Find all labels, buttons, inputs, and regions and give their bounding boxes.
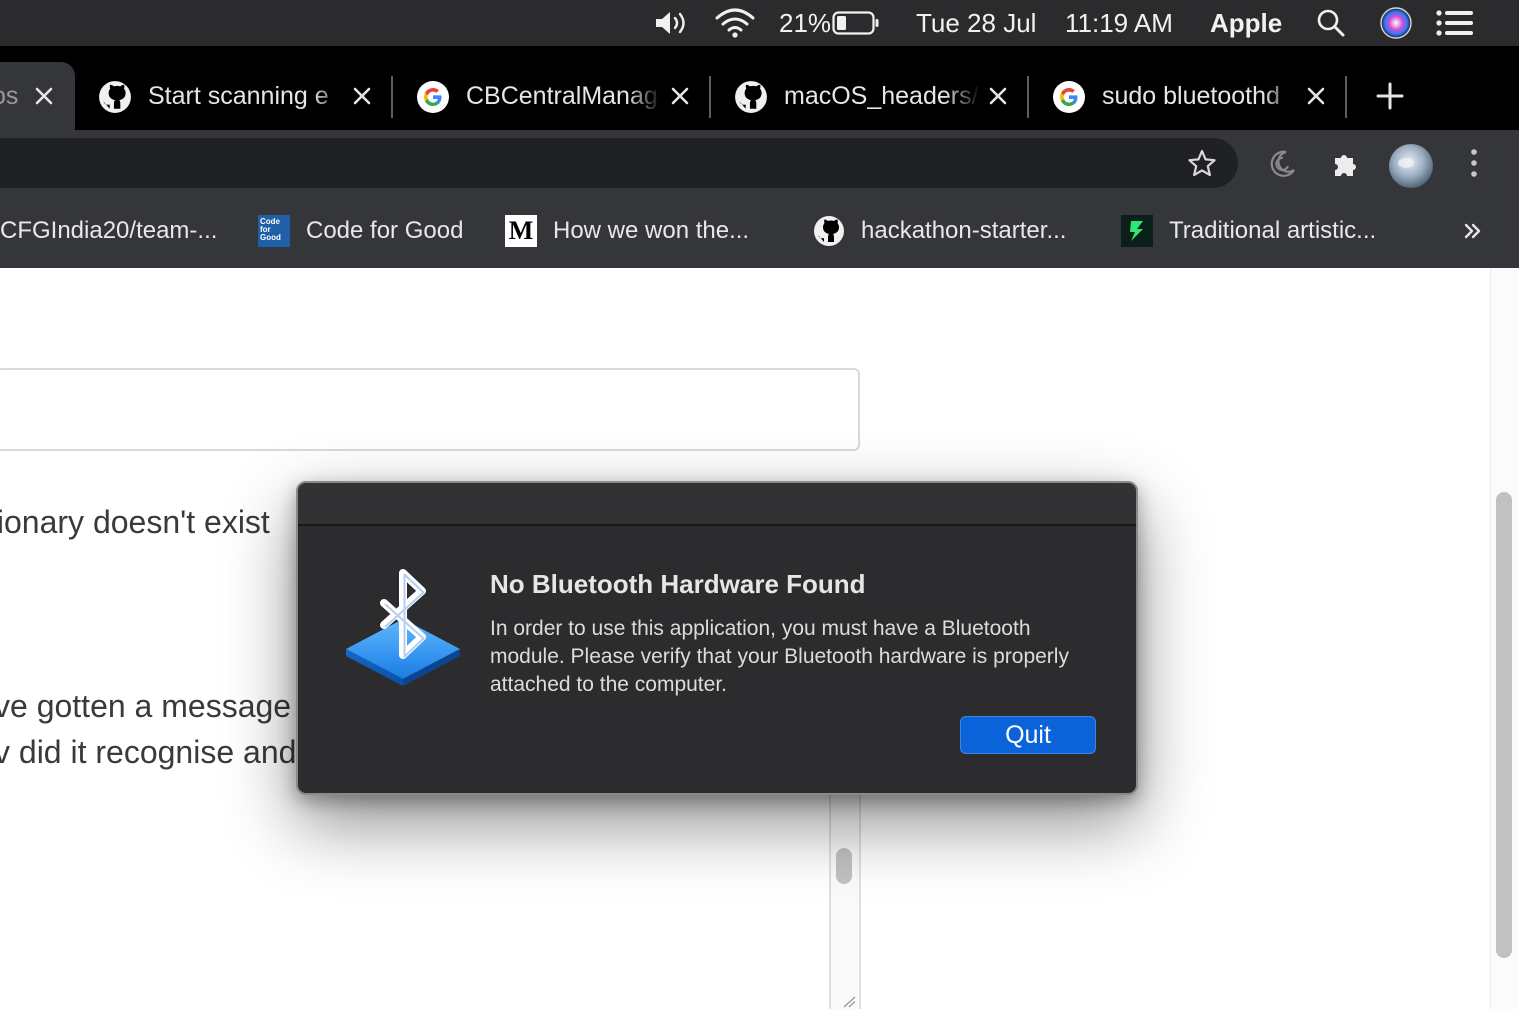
close-icon[interactable] — [348, 82, 376, 110]
volume-icon[interactable] — [654, 0, 694, 46]
quit-button[interactable]: Quit — [960, 716, 1096, 754]
close-icon[interactable] — [30, 82, 58, 110]
resize-grip-icon[interactable] — [842, 996, 856, 1008]
profile-avatar[interactable] — [1388, 143, 1434, 189]
dialog-message: In order to use this application, you mu… — [490, 617, 1069, 696]
page-scrollbar-thumb[interactable] — [1496, 492, 1512, 958]
github-icon — [99, 81, 131, 113]
medium-icon: M — [505, 215, 537, 247]
google-icon — [417, 81, 449, 113]
bookmarks-bar: CFGIndia20/team-... Code for Good Code for… — [0, 194, 1519, 268]
tab-sudo-bluetoothd[interactable]: sudo bluetoothd — [1032, 62, 1344, 130]
bookmark-label: Traditional artistic... — [1169, 217, 1377, 244]
tab-title: CBCentralManag — [466, 82, 658, 110]
tab-strip: os Start scanning e CBCentralManag — [0, 46, 1519, 130]
bookmark-label: How we won the... — [553, 217, 750, 244]
tab-title: os — [0, 82, 19, 110]
menubar-app-name[interactable]: Apple — [1210, 0, 1282, 46]
tab-active[interactable]: os — [0, 62, 75, 130]
search-icon[interactable] — [1316, 0, 1348, 46]
control-center-icon[interactable] — [1436, 0, 1474, 46]
bookmark-code-for-good[interactable]: Code for Good Code for Good — [258, 194, 463, 268]
bookmark-label: CFGIndia20/team-... — [0, 217, 218, 244]
tab-separator — [1027, 76, 1029, 118]
bookmark-hackathon-starter[interactable]: hackathon-starter... — [813, 194, 1066, 268]
siri-icon[interactable] — [1380, 0, 1414, 46]
new-tab-plus-icon[interactable] — [1374, 80, 1406, 112]
more-menu-icon[interactable] — [1462, 146, 1486, 180]
bookmark-label: Code for Good — [306, 217, 464, 244]
battery-icon[interactable] — [832, 0, 880, 46]
page-text-fragment: tionary doesn't exist — [0, 504, 270, 540]
tab-title: sudo bluetoothd — [1102, 82, 1280, 110]
close-icon[interactable] — [1302, 82, 1330, 110]
bookmarks-overflow-chevron-icon[interactable] — [1463, 221, 1483, 241]
bookmark-cfgindia[interactable]: CFGIndia20/team-... — [0, 194, 217, 268]
tab-cbcentralmanager[interactable]: CBCentralManag — [396, 62, 708, 130]
menubar-time[interactable]: 11:19 AM — [1065, 0, 1173, 46]
moon-extension-icon[interactable] — [1266, 148, 1298, 180]
wifi-icon[interactable] — [714, 0, 758, 46]
tab-start-scanning[interactable]: Start scanning e — [78, 62, 390, 130]
browser-toolbar — [0, 130, 1519, 194]
dialog-titlebar[interactable] — [298, 483, 1136, 526]
bookmark-traditional-artistic[interactable]: Traditional artistic... — [1121, 194, 1376, 268]
google-icon — [1053, 81, 1085, 113]
address-bar[interactable] — [0, 138, 1238, 188]
github-icon — [814, 216, 844, 246]
bookmark-label: hackathon-starter... — [861, 217, 1067, 244]
tab-title: macOS_headers/ — [784, 82, 979, 110]
devpost-icon — [1121, 215, 1153, 247]
menu-bar: 21% Tue 28 Jul 11:19 AM Apple — [0, 0, 1519, 46]
tab-separator — [709, 76, 711, 118]
code-for-good-icon: Code for Good — [258, 215, 290, 247]
bookmark-star-icon[interactable] — [1186, 148, 1218, 180]
tab-separator — [391, 76, 393, 118]
text-input-box[interactable] — [0, 368, 860, 451]
textarea-scrollbar-thumb[interactable] — [836, 848, 852, 884]
tab-title: Start scanning e — [148, 82, 329, 110]
bluetooth-icon — [346, 569, 460, 686]
close-icon[interactable] — [984, 82, 1012, 110]
extensions-puzzle-icon[interactable] — [1331, 148, 1363, 180]
dialog-title: No Bluetooth Hardware Found — [490, 569, 866, 599]
page-text-fragment: v did it recognise and — [0, 734, 297, 770]
tab-separator — [1345, 76, 1347, 118]
github-icon — [735, 81, 767, 113]
close-icon[interactable] — [666, 82, 694, 110]
menubar-date: Tue 28 Jul — [916, 7, 1037, 38]
battery-percent: 21% — [779, 7, 832, 38]
alert-dialog: No Bluetooth Hardware Found In order to … — [296, 481, 1138, 795]
tab-macos-headers[interactable]: macOS_headers/ — [714, 62, 1026, 130]
bookmark-how-we-won[interactable]: M How we won the... — [505, 194, 749, 268]
page-text-fragment: ve gotten a message — [0, 688, 292, 724]
textarea-edge[interactable] — [829, 792, 861, 1009]
